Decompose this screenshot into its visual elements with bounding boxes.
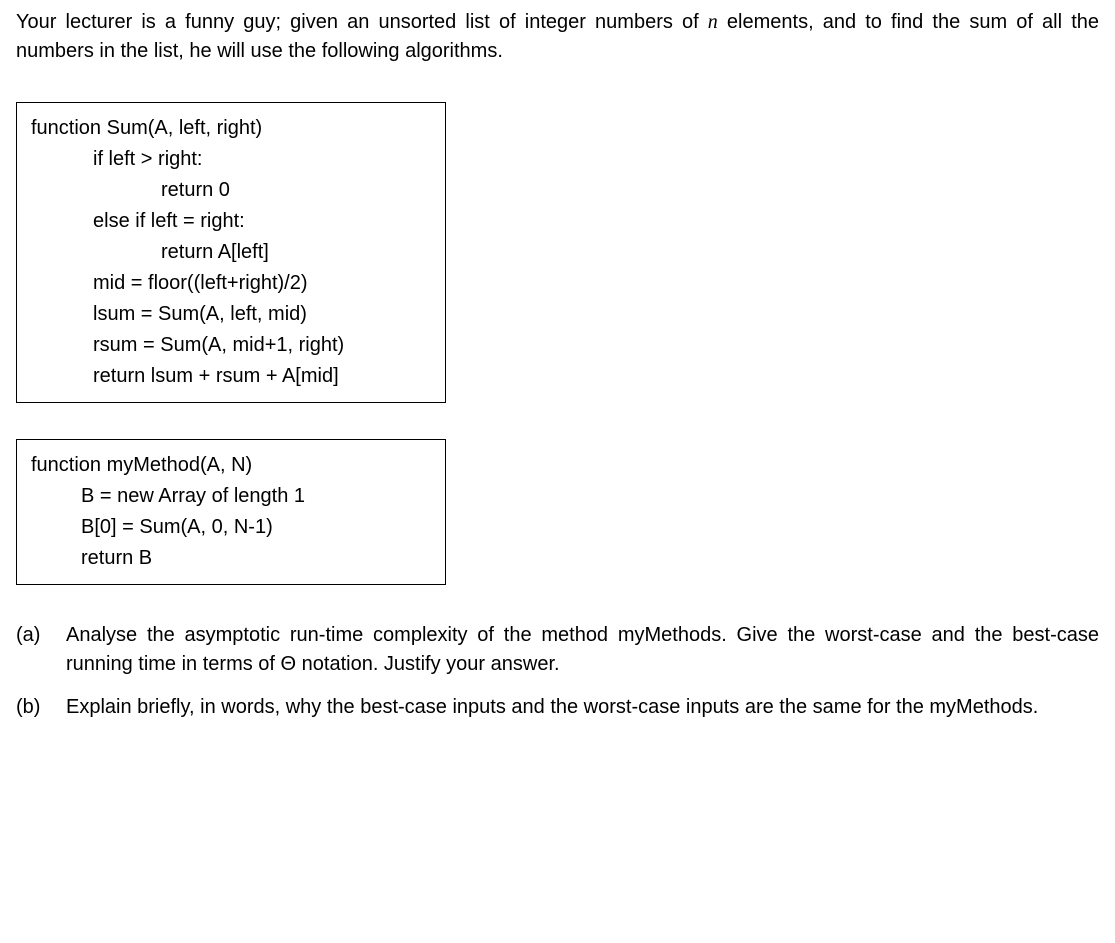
question-text: Explain briefly, in words, why the best-… [66, 693, 1099, 722]
variable-n: n [708, 11, 718, 33]
code-line: return B [31, 543, 431, 574]
code-line: else if left = right: [31, 206, 431, 237]
question-text: Analyse the asymptotic run-time complexi… [66, 621, 1099, 679]
code-line: function myMethod(A, N) [31, 450, 431, 481]
code-line: return 0 [31, 175, 431, 206]
intro-text-1: Your lecturer is a funny guy; given an u… [16, 11, 708, 33]
question-b: (b) Explain briefly, in words, why the b… [16, 693, 1099, 722]
question-a: (a) Analyse the asymptotic run-time comp… [16, 621, 1099, 679]
code-block-sum: function Sum(A, left, right) if left > r… [16, 102, 446, 403]
code-line: B[0] = Sum(A, 0, N-1) [31, 512, 431, 543]
code-block-mymethod: function myMethod(A, N) B = new Array of… [16, 439, 446, 585]
code-line: return A[left] [31, 237, 431, 268]
code-line: lsum = Sum(A, left, mid) [31, 299, 431, 330]
question-label: (b) [16, 693, 66, 722]
questions-list: (a) Analyse the asymptotic run-time comp… [16, 621, 1099, 722]
code-line: rsum = Sum(A, mid+1, right) [31, 330, 431, 361]
code-line: function Sum(A, left, right) [31, 113, 431, 144]
code-line: return lsum + rsum + A[mid] [31, 361, 431, 392]
code-line: mid = floor((left+right)/2) [31, 268, 431, 299]
question-label: (a) [16, 621, 66, 679]
intro-paragraph: Your lecturer is a funny guy; given an u… [16, 8, 1099, 66]
code-line: B = new Array of length 1 [31, 481, 431, 512]
code-line: if left > right: [31, 144, 431, 175]
